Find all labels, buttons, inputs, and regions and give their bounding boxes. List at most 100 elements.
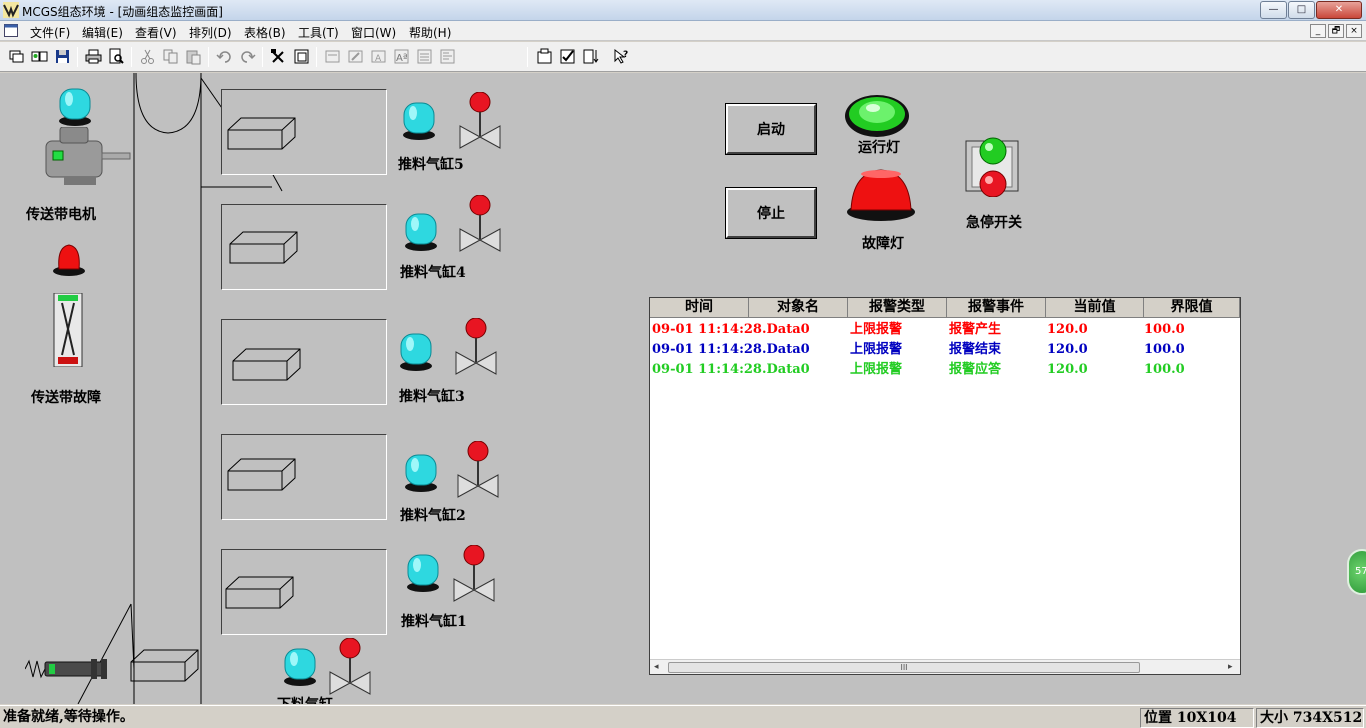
stop-button[interactable]: 停止 — [725, 187, 817, 239]
alarm-table[interactable]: 时间 对象名 报警类型 报警事件 当前值 界限值 09-01 11:14:28.… — [649, 297, 1241, 675]
align-button[interactable] — [323, 47, 342, 66]
column-header-alarm-type[interactable]: 报警类型 — [848, 298, 947, 318]
table-row[interactable]: 09-01 11:14:28.Data0 上限报警 报警结束 120.0 100… — [650, 340, 1240, 360]
properties-button[interactable] — [535, 47, 554, 66]
menu-edit[interactable]: 编辑(E) — [82, 24, 123, 41]
maximize-button[interactable]: □ — [1288, 1, 1315, 19]
cut-button[interactable] — [138, 47, 157, 66]
emergency-stop-switch-icon[interactable] — [964, 133, 1020, 197]
cell-alarm-type: 上限报警 — [850, 342, 903, 357]
check-button[interactable] — [558, 47, 577, 66]
tools-button[interactable] — [269, 47, 288, 66]
cell-limit-value: 100.0 — [1144, 342, 1185, 357]
sort-button[interactable] — [581, 47, 600, 66]
workpiece-box-icon — [130, 649, 199, 682]
cell-current-value: 120.0 — [1047, 342, 1088, 357]
svg-text:Aª: Aª — [396, 53, 408, 64]
menu-file[interactable]: 文件(F) — [30, 24, 70, 41]
menu-view[interactable]: 查看(V) — [135, 24, 177, 41]
edit-object-button[interactable] — [346, 47, 365, 66]
conveyor-fault-switch-icon — [53, 293, 83, 367]
design-canvas[interactable]: 传送带电机 传送带故障 推料气缸5 推料气缸4 推料气缸3 推料气缸2 推料气缸… — [0, 73, 1366, 704]
menu-help[interactable]: 帮助(H) — [409, 24, 451, 41]
cylinder-label-3: 推料气缸3 — [399, 389, 465, 405]
align-icon — [325, 50, 340, 63]
svg-text:A: A — [375, 54, 382, 64]
column-header-limit-value[interactable]: 界限值 — [1144, 298, 1240, 318]
menu-window[interactable]: 窗口(W) — [351, 24, 396, 41]
layout-button[interactable] — [292, 47, 311, 66]
valve-icon — [453, 545, 495, 602]
cell-time-object: 09-01 11:14:28.Data0 — [652, 362, 810, 377]
redo-icon — [241, 51, 256, 63]
cell-alarm-event: 报警结束 — [949, 342, 1002, 357]
status-message: 准备就绪,等待操作。 — [3, 709, 134, 725]
close-button[interactable]: ✕ — [1316, 1, 1362, 19]
menu-table[interactable]: 表格(B) — [244, 24, 286, 41]
table-row[interactable]: 09-01 11:14:28.Data0 上限报警 报警应答 120.0 100… — [650, 360, 1240, 380]
workpiece-box-icon — [227, 117, 296, 150]
font-button[interactable]: Aª — [392, 47, 411, 66]
cell-limit-value: 100.0 — [1144, 322, 1185, 337]
menu-arrange[interactable]: 排列(D) — [189, 24, 232, 41]
cell-current-value: 120.0 — [1047, 362, 1088, 377]
help-pointer-icon: ? — [614, 48, 628, 64]
cell-limit-value: 100.0 — [1144, 362, 1185, 377]
redo-button[interactable] — [238, 47, 257, 66]
text-style-icon: A — [371, 50, 386, 64]
status-bar: 准备就绪,等待操作。 位置 10X104 大小 734X512 — [0, 705, 1366, 728]
print-button[interactable] — [84, 47, 103, 66]
scroll-left-arrow-icon[interactable]: ◂ — [654, 662, 659, 672]
feed-cylinder-light-icon — [284, 648, 316, 686]
cut-icon — [141, 49, 154, 64]
horizontal-scrollbar[interactable]: ◂ III ▸ — [650, 659, 1240, 674]
scroll-right-arrow-icon[interactable]: ▸ — [1228, 662, 1233, 672]
sort-icon — [583, 49, 599, 64]
edit-object-icon — [348, 50, 363, 63]
workpiece-box-icon — [232, 348, 301, 381]
hammer-wrench-icon — [271, 49, 284, 63]
table-row[interactable]: 09-01 11:14:28.Data0 上限报警 报警产生 120.0 100… — [650, 320, 1240, 340]
copy-icon — [163, 49, 178, 64]
minimize-button[interactable]: — — [1260, 1, 1287, 19]
emergency-stop-label: 急停开关 — [966, 215, 1022, 231]
properties-icon — [537, 48, 552, 64]
toolbar-separator — [77, 47, 78, 67]
print-preview-button[interactable] — [107, 47, 126, 66]
print-icon — [85, 49, 102, 64]
floating-assistant-widget[interactable]: 57 — [1347, 549, 1366, 595]
save-button[interactable] — [53, 47, 72, 66]
fill-style-button[interactable] — [438, 47, 457, 66]
menu-tools[interactable]: 工具(T) — [298, 24, 339, 41]
mdi-restore-button[interactable]: 🗗 — [1328, 24, 1344, 38]
text-style-button[interactable]: A — [369, 47, 388, 66]
feed-cylinder-label: 下料气缸 — [277, 694, 333, 704]
copy-button[interactable] — [161, 47, 180, 66]
context-help-button[interactable]: ? — [612, 47, 631, 66]
cylinder-light-icon — [403, 102, 435, 140]
mdi-close-button[interactable]: × — [1346, 24, 1362, 38]
start-button[interactable]: 启动 — [725, 103, 817, 155]
column-header-current-value[interactable]: 当前值 — [1046, 298, 1144, 318]
toolbar-separator — [527, 47, 528, 67]
undo-button[interactable] — [215, 47, 234, 66]
mdi-minimize-button[interactable]: _ — [1310, 24, 1326, 38]
column-header-alarm-event[interactable]: 报警事件 — [947, 298, 1046, 318]
document-icon[interactable] — [4, 24, 18, 37]
window-list-button[interactable] — [7, 47, 26, 66]
column-header-object[interactable]: 对象名 — [749, 298, 848, 318]
fault-light-label: 故障灯 — [862, 236, 904, 252]
toolbar-separator — [131, 47, 132, 67]
feed-valve-icon — [329, 638, 371, 695]
cylinder-light-icon — [405, 213, 437, 251]
cell-alarm-event: 报警应答 — [949, 362, 1002, 377]
toolbar-separator — [316, 47, 317, 67]
cell-time-object: 09-01 11:14:28.Data0 — [652, 342, 810, 357]
column-header-time[interactable]: 时间 — [650, 298, 749, 318]
paste-button[interactable] — [184, 47, 203, 66]
cylinder-label-1: 推料气缸1 — [401, 614, 467, 630]
line-style-button[interactable] — [415, 47, 434, 66]
scroll-thumb[interactable]: III — [668, 662, 1140, 673]
project-button[interactable] — [30, 47, 49, 66]
conveyor-motor-icon — [45, 127, 131, 185]
